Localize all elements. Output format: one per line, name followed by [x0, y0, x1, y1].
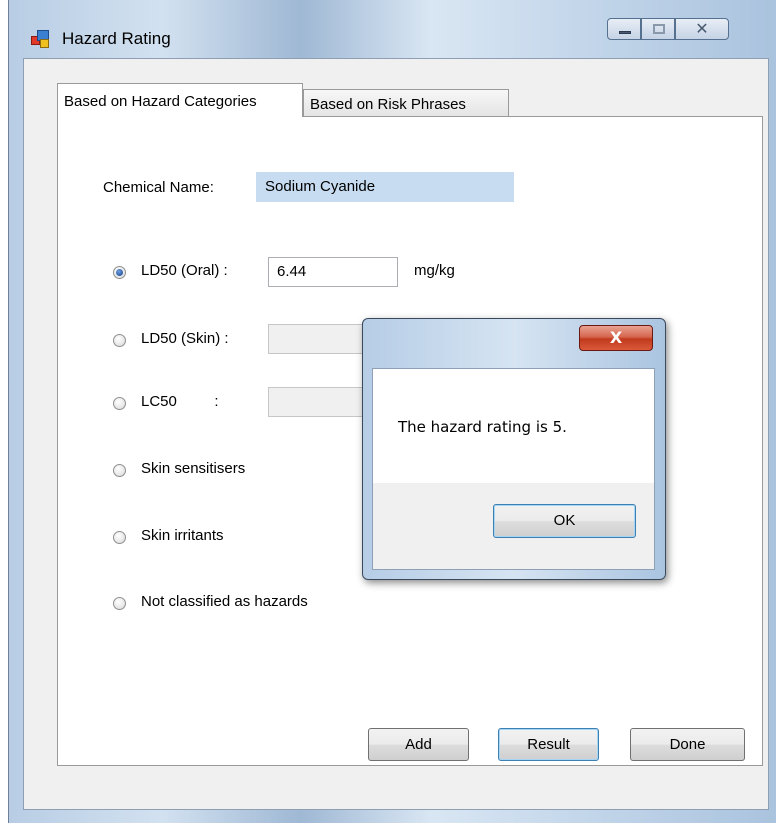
close-button[interactable]: ✕	[675, 18, 729, 40]
ld50-oral-label: LD50 (Oral) :	[141, 262, 228, 279]
ld50-oral-radio[interactable]	[113, 266, 126, 279]
add-button[interactable]: Add	[368, 728, 469, 761]
skin-irritants-radio[interactable]	[113, 531, 126, 544]
minimize-button[interactable]	[607, 18, 641, 40]
chemical-name-field[interactable]: Sodium Cyanide	[256, 172, 514, 202]
dialog-message: The hazard rating is 5.	[398, 418, 567, 436]
dialog-body: The hazard rating is 5. OK	[372, 368, 655, 570]
skin-sensitisers-label[interactable]: Skin sensitisers	[141, 460, 245, 477]
skin-irritants-label[interactable]: Skin irritants	[141, 527, 224, 544]
tab-risk-phrases[interactable]: Based on Risk Phrases	[303, 89, 509, 117]
ld50-oral-unit: mg/kg	[414, 262, 455, 279]
maximize-button[interactable]	[641, 18, 675, 40]
lc50-label: LC50 :	[141, 393, 219, 410]
window-title: Hazard Rating	[62, 29, 171, 48]
ld50-oral-field[interactable]: 6.44	[268, 257, 398, 287]
minimize-icon	[619, 31, 631, 34]
lc50-radio[interactable]	[113, 397, 126, 410]
dialog-close-button[interactable]: X	[579, 325, 653, 351]
app-icon	[31, 30, 49, 48]
close-icon: ✕	[695, 19, 709, 38]
skin-sensitisers-radio[interactable]	[113, 464, 126, 477]
message-dialog: X The hazard rating is 5. OK	[362, 318, 666, 580]
tab-hazard-categories[interactable]: Based on Hazard Categories	[57, 83, 303, 117]
title-bar[interactable]: Hazard Rating ✕	[9, 0, 776, 58]
chemical-name-label: Chemical Name:	[103, 179, 214, 196]
result-button[interactable]: Result	[498, 728, 599, 761]
not-classified-label[interactable]: Not classified as hazards	[141, 593, 308, 610]
not-classified-radio[interactable]	[113, 597, 126, 610]
ld50-skin-label: LD50 (Skin) :	[141, 330, 229, 347]
ok-button[interactable]: OK	[493, 504, 636, 538]
maximize-icon	[653, 24, 665, 34]
caption-buttons: ✕	[607, 18, 729, 42]
done-button[interactable]: Done	[630, 728, 745, 761]
ld50-skin-radio[interactable]	[113, 334, 126, 347]
